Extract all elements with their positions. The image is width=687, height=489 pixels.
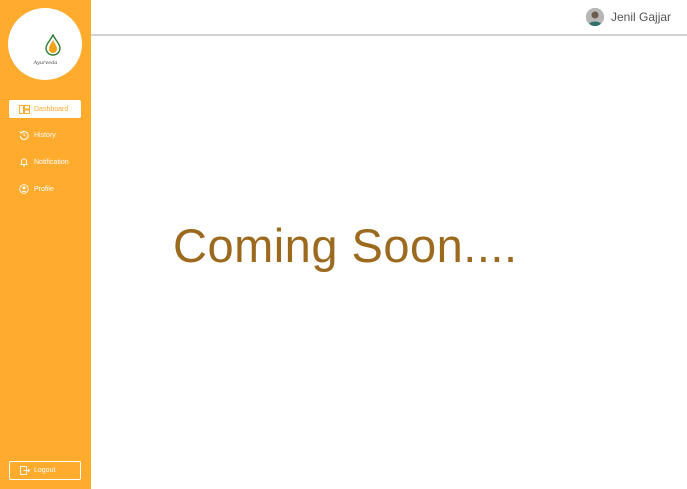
avatar[interactable] (586, 8, 604, 26)
drop-logo-icon (45, 34, 61, 56)
sidebar-item-label: Profile (34, 185, 54, 193)
sidebar-item-history[interactable]: History (9, 126, 81, 144)
logout-button[interactable]: Logout (9, 461, 81, 480)
logo[interactable]: Ayurveda (8, 8, 82, 80)
logout-icon (20, 466, 30, 475)
logout-label: Logout (34, 467, 56, 474)
history-icon (18, 129, 30, 141)
user-circle-icon (18, 183, 30, 195)
top-bar: Jenil Gajjar (91, 0, 687, 36)
coming-soon-message: Coming Soon.... (173, 219, 518, 272)
sidebar-item-label: Notification (34, 158, 69, 166)
dashboard-icon (18, 103, 30, 115)
sidebar-item-label: Dashboard (34, 105, 69, 113)
bell-icon (18, 156, 30, 168)
logo-text: Ayurveda (33, 60, 58, 66)
sidebar-item-label: History (34, 131, 56, 139)
sidebar: Ayurveda Dashboard History Notification … (0, 0, 91, 489)
sidebar-item-notification[interactable]: Notification (9, 153, 81, 171)
sidebar-item-dashboard[interactable]: Dashboard (9, 100, 81, 118)
sidebar-item-profile[interactable]: Profile (9, 180, 81, 198)
user-name[interactable]: Jenil Gajjar (611, 10, 671, 24)
